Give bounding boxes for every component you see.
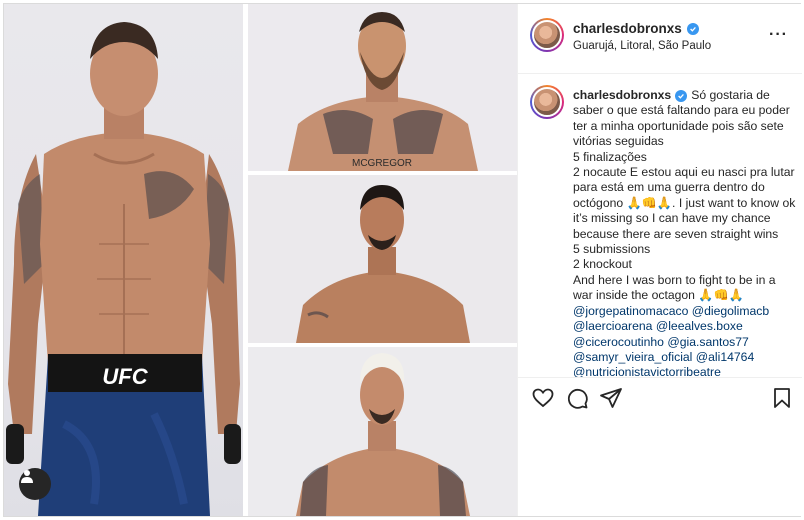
- fighter-photo-middle-right: [248, 175, 517, 343]
- caption-body: Só gostaria de saber o que está faltando…: [573, 88, 796, 303]
- fighter-photo-top-right: MCGREGOR: [248, 4, 517, 171]
- comment-icon[interactable]: [565, 386, 589, 410]
- post-header: charlesdobronxs Guarujá, Litoral, São Pa…: [518, 4, 802, 74]
- caption-section: charlesdobronxs Só gostaria de saber o qu…: [518, 75, 802, 377]
- mention-line[interactable]: @jorgepatinomacaco @diegolimacb: [573, 304, 798, 319]
- mention-line[interactable]: @nutricionistavictorribeatre: [573, 365, 798, 377]
- instagram-post: UFC MCGREGOR charlesdobronxs Guarujá, Li…: [3, 3, 802, 517]
- post-sidebar: charlesdobronxs Guarujá, Litoral, São Pa…: [517, 4, 802, 516]
- fighter-bottom-illustration: [296, 353, 470, 516]
- waistband-text: MCGREGOR: [352, 158, 412, 169]
- fighter-middle-illustration: [296, 185, 470, 343]
- author-username-row: charlesdobronxs: [573, 21, 699, 36]
- post-media[interactable]: UFC MCGREGOR: [4, 4, 517, 516]
- fighter-top-illustration: MCGREGOR: [288, 12, 478, 171]
- user-tag-icon[interactable]: [19, 468, 51, 500]
- ufc-shorts-logo: UFC: [102, 364, 148, 389]
- post-location[interactable]: Guarujá, Litoral, São Paulo: [573, 40, 711, 52]
- mention-line[interactable]: @laercioarena @leealves.boxe: [573, 319, 798, 334]
- caption-verified-badge-icon: [675, 90, 688, 102]
- caption-username[interactable]: charlesdobronxs: [573, 88, 671, 102]
- more-options-icon[interactable]: ···: [769, 27, 788, 43]
- author-username[interactable]: charlesdobronxs: [573, 21, 682, 36]
- fighter-left-illustration: UFC: [6, 22, 241, 516]
- mention-line[interactable]: @cicerocoutinho @gia.santos77: [573, 335, 798, 350]
- fighter-photo-left: UFC: [4, 4, 243, 516]
- verified-badge-icon: [686, 22, 699, 35]
- paper-plane-icon[interactable]: [599, 386, 623, 410]
- caption-avatar[interactable]: [530, 85, 564, 119]
- caption-mentions: @jorgepatinomacaco @diegolimacb @laercioa…: [573, 304, 798, 377]
- fighter-photo-bottom-right: [248, 347, 517, 516]
- avatar[interactable]: [530, 18, 564, 52]
- post-actions-bar: [518, 377, 802, 417]
- heart-icon[interactable]: [531, 386, 555, 410]
- mention-line[interactable]: @samyr_vieira_oficial @ali14764: [573, 350, 798, 365]
- bookmark-icon[interactable]: [770, 386, 794, 410]
- caption-text-block: charlesdobronxs Só gostaria de saber o qu…: [573, 88, 798, 377]
